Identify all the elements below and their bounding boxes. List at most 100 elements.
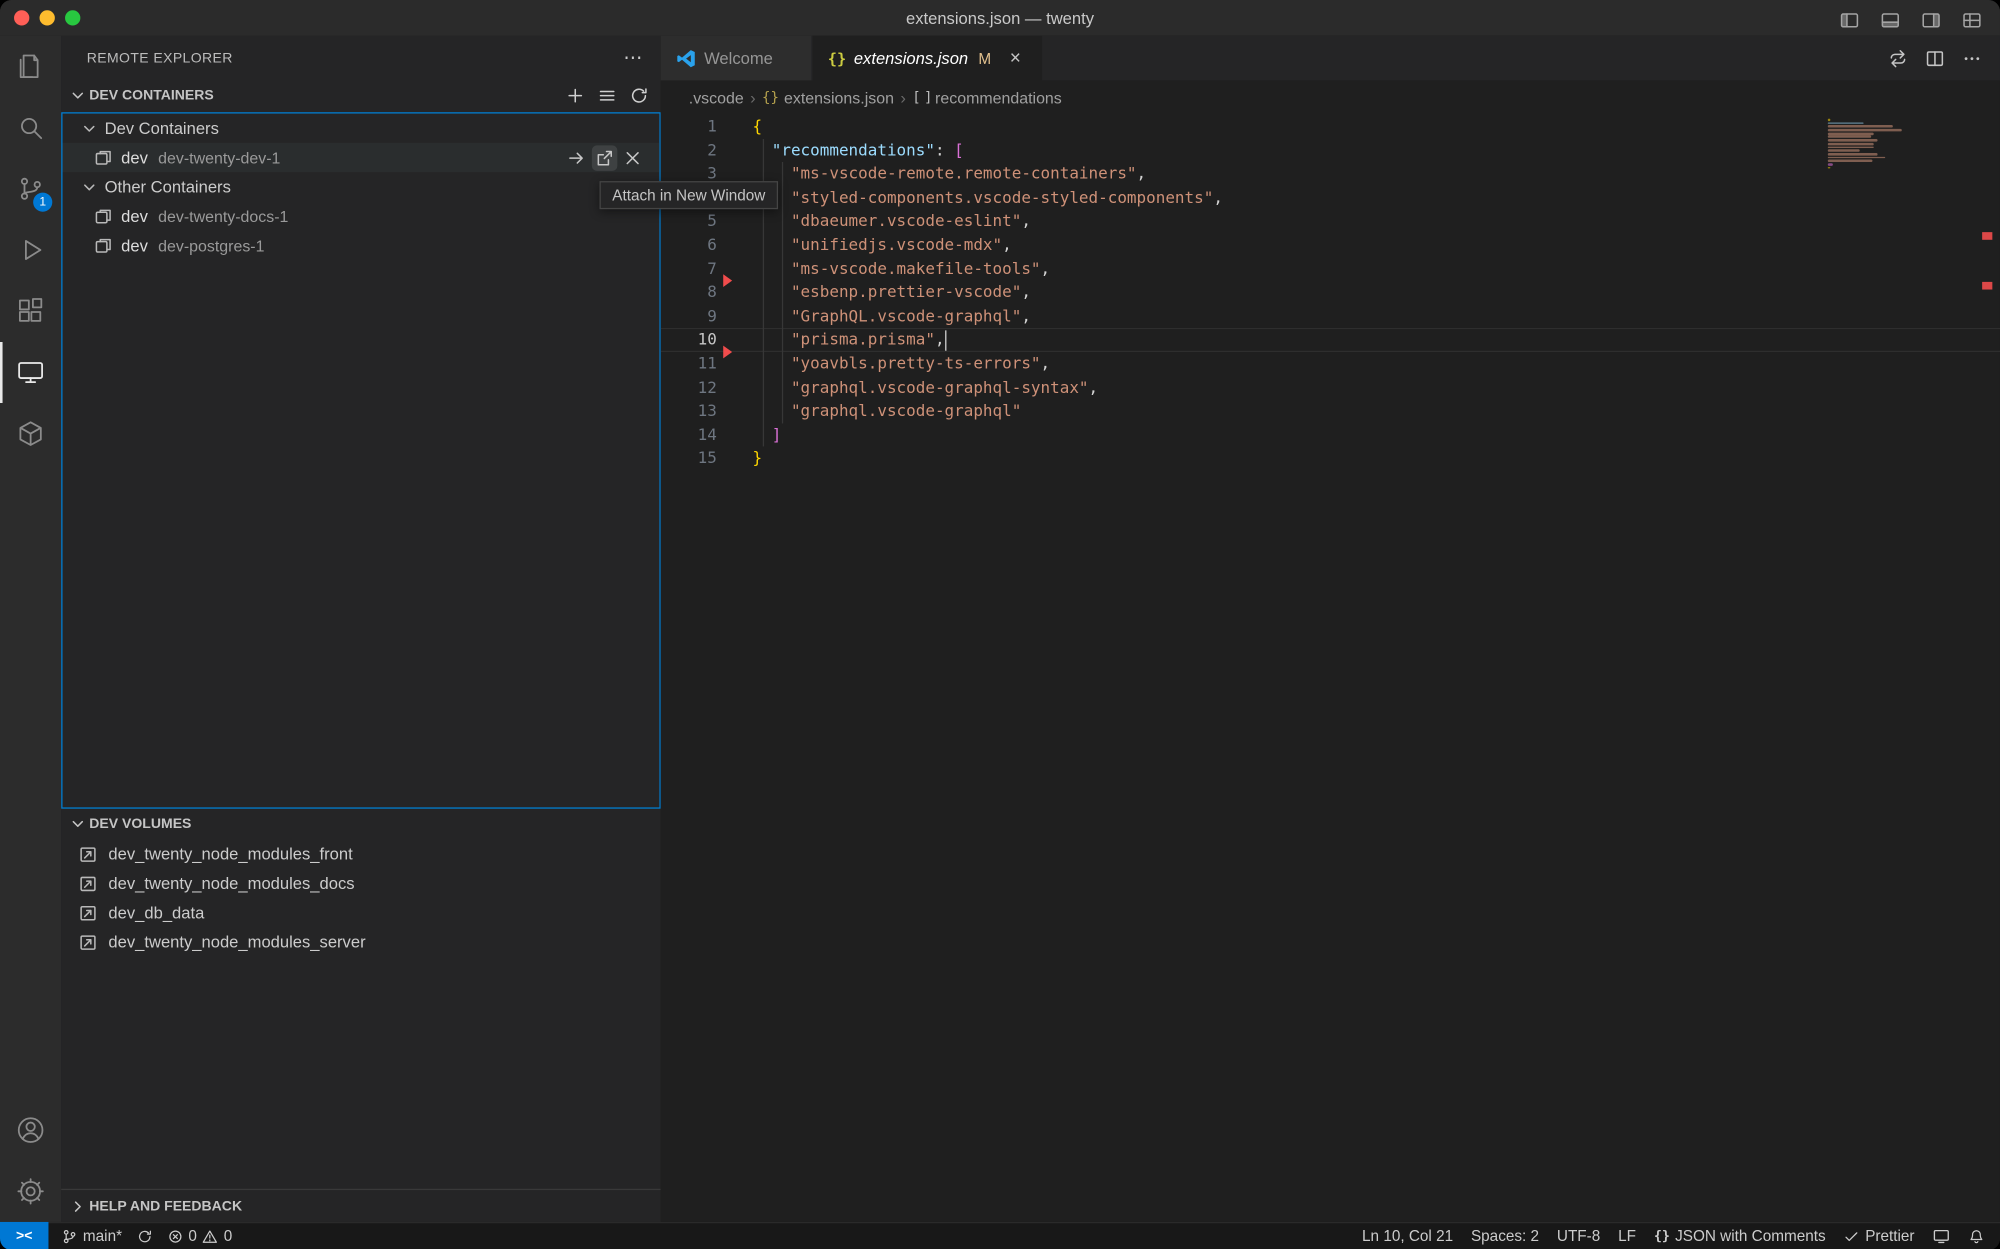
code-line[interactable]: 4 "styled-components.vscode-styled-compo… <box>661 186 2000 210</box>
status-notifications[interactable] <box>1968 1228 1985 1245</box>
activity-explorer[interactable] <box>0 36 61 97</box>
scm-badge: 1 <box>33 193 52 212</box>
activity-search[interactable] <box>0 97 61 158</box>
container-row[interactable]: devdev-postgres-1 <box>62 231 659 260</box>
line-number[interactable]: 1 <box>661 115 717 139</box>
status-screencast[interactable] <box>1932 1227 1950 1245</box>
minimap[interactable] <box>1828 119 1907 170</box>
minimap-line <box>1828 125 1893 127</box>
code-line[interactable]: 12 "graphql.vscode-graphql-syntax", <box>661 376 2000 400</box>
section-dev-volumes[interactable]: DEV VOLUMES <box>61 809 660 840</box>
close-tab-icon[interactable]: × <box>1004 48 1027 67</box>
remote-indicator[interactable]: >< <box>0 1222 48 1249</box>
window-controls <box>14 10 80 25</box>
code-line[interactable]: 8 "esbenp.prettier-vscode", <box>661 281 2000 305</box>
editor-more-actions-icon[interactable] <box>1959 45 1985 71</box>
activity-remote-explorer[interactable] <box>0 342 61 403</box>
line-number[interactable]: 14 <box>661 423 717 447</box>
activity-run-debug[interactable] <box>0 219 61 280</box>
container-row[interactable]: devdev-twenty-docs-1 <box>62 202 659 231</box>
code-line[interactable]: 3 "ms-vscode-remote.remote-containers", <box>661 162 2000 186</box>
line-number[interactable]: 10 <box>661 328 717 352</box>
minimap-line <box>1828 163 1833 165</box>
git-deleted-marker[interactable] <box>723 274 732 287</box>
breadcrumb-file[interactable]: {} extensions.json <box>762 89 894 107</box>
status-line-col[interactable]: Ln 10, Col 21 <box>1362 1227 1453 1245</box>
code-line[interactable]: 7 "ms-vscode.makefile-tools", <box>661 257 2000 281</box>
breadcrumb-folder[interactable]: .vscode <box>689 89 744 107</box>
sidebar-remote-explorer: REMOTE EXPLORER ⋯ DEV CONTAINERS Dev Con… <box>61 36 660 1222</box>
tree-group[interactable]: Dev Containers <box>62 114 659 143</box>
code-line[interactable]: 11 "yoavbls.pretty-ts-errors", <box>661 352 2000 376</box>
split-editor-icon[interactable] <box>1922 45 1948 71</box>
open-changes-icon[interactable] <box>1885 45 1911 71</box>
activity-settings[interactable] <box>0 1161 61 1222</box>
line-number[interactable]: 13 <box>661 399 717 423</box>
line-number[interactable]: 6 <box>661 233 717 257</box>
status-encoding[interactable]: UTF-8 <box>1557 1227 1600 1245</box>
activity-accounts[interactable] <box>0 1099 61 1160</box>
status-eol[interactable]: LF <box>1618 1227 1636 1245</box>
code-line[interactable]: 2 "recommendations": [ <box>661 139 2000 163</box>
git-modified-badge: M <box>978 49 991 67</box>
activity-extensions[interactable] <box>0 281 61 342</box>
line-number[interactable]: 2 <box>661 139 717 163</box>
window-title: extensions.json — twenty <box>906 8 1094 27</box>
git-deleted-marker[interactable] <box>723 346 732 359</box>
line-number[interactable]: 12 <box>661 376 717 400</box>
volume-row[interactable]: dev_twenty_node_modules_server <box>61 927 660 956</box>
overview-ruler-deletion-mark <box>1982 232 1992 240</box>
code-line[interactable]: 13 "graphql.vscode-graphql" <box>661 399 2000 423</box>
toggle-primary-sidebar-icon[interactable] <box>1837 8 1863 34</box>
zoom-window-button[interactable] <box>65 10 80 25</box>
tree-group[interactable]: Other Containers <box>62 172 659 201</box>
code-line[interactable]: 6 "unifiedjs.vscode-mdx", <box>661 233 2000 257</box>
line-number[interactable]: 15 <box>661 447 717 471</box>
refresh-icon[interactable] <box>626 83 652 109</box>
code-line[interactable]: 15} <box>661 447 2000 471</box>
section-dev-containers[interactable]: DEV CONTAINERS <box>61 80 660 111</box>
line-number[interactable]: 5 <box>661 210 717 234</box>
customize-layout-icon[interactable] <box>1959 8 1985 34</box>
section-help-and-feedback[interactable]: HELP AND FEEDBACK <box>61 1189 660 1222</box>
code-editor[interactable]: 1{2 "recommendations": [3 "ms-vscode-rem… <box>661 115 2000 1222</box>
attach-container-icon[interactable] <box>564 145 590 171</box>
line-number[interactable]: 9 <box>661 305 717 329</box>
volume-row[interactable]: dev_db_data <box>61 898 660 927</box>
container-row[interactable]: devdev-twenty-dev-1 <box>62 143 659 172</box>
code-line[interactable]: 1{ <box>661 115 2000 139</box>
problems-status[interactable]: 0 0 <box>167 1227 233 1245</box>
volume-row[interactable]: dev_twenty_node_modules_docs <box>61 869 660 898</box>
volume-row[interactable]: dev_twenty_node_modules_front <box>61 839 660 868</box>
status-indentation[interactable]: Spaces: 2 <box>1471 1227 1539 1245</box>
breadcrumb-symbol[interactable]: [ ] recommendations <box>912 89 1062 107</box>
list-options-icon[interactable] <box>594 83 620 109</box>
add-container-icon[interactable] <box>562 83 588 109</box>
code-line[interactable]: 10 "prisma.prisma", <box>661 328 2000 352</box>
tab-welcome[interactable]: Welcome <box>661 36 813 81</box>
indent-guide <box>781 162 782 423</box>
activity-source-control[interactable]: 1 <box>0 158 61 219</box>
code-line[interactable]: 9 "GraphQL.vscode-graphql", <box>661 305 2000 329</box>
check-icon <box>1844 1228 1861 1245</box>
toggle-panel-icon[interactable] <box>1878 8 1904 34</box>
activity-containers[interactable] <box>0 403 61 464</box>
dev-container-icon <box>93 206 113 226</box>
sync-status[interactable] <box>136 1228 153 1245</box>
tab-extensions-json[interactable]: {} extensions.json M × <box>812 36 1042 81</box>
code-line[interactable]: 14 ] <box>661 423 2000 447</box>
status-language-mode[interactable]: {} JSON with Comments <box>1654 1227 1826 1245</box>
minimize-window-button[interactable] <box>40 10 55 25</box>
more-actions-icon[interactable]: ⋯ <box>623 48 643 67</box>
attach-new-window-icon[interactable] <box>592 145 618 171</box>
line-number[interactable]: 11 <box>661 352 717 376</box>
stop-container-icon[interactable] <box>620 145 646 171</box>
code-line[interactable]: 5 "dbaeumer.vscode-eslint", <box>661 210 2000 234</box>
minimap-line <box>1828 167 1831 169</box>
git-branch-status[interactable]: main* <box>61 1227 122 1245</box>
status-formatter[interactable]: Prettier <box>1844 1227 1915 1245</box>
toggle-secondary-sidebar-icon[interactable] <box>1918 8 1944 34</box>
line-number[interactable]: 7 <box>661 257 717 281</box>
close-window-button[interactable] <box>14 10 29 25</box>
line-number[interactable]: 8 <box>661 281 717 305</box>
